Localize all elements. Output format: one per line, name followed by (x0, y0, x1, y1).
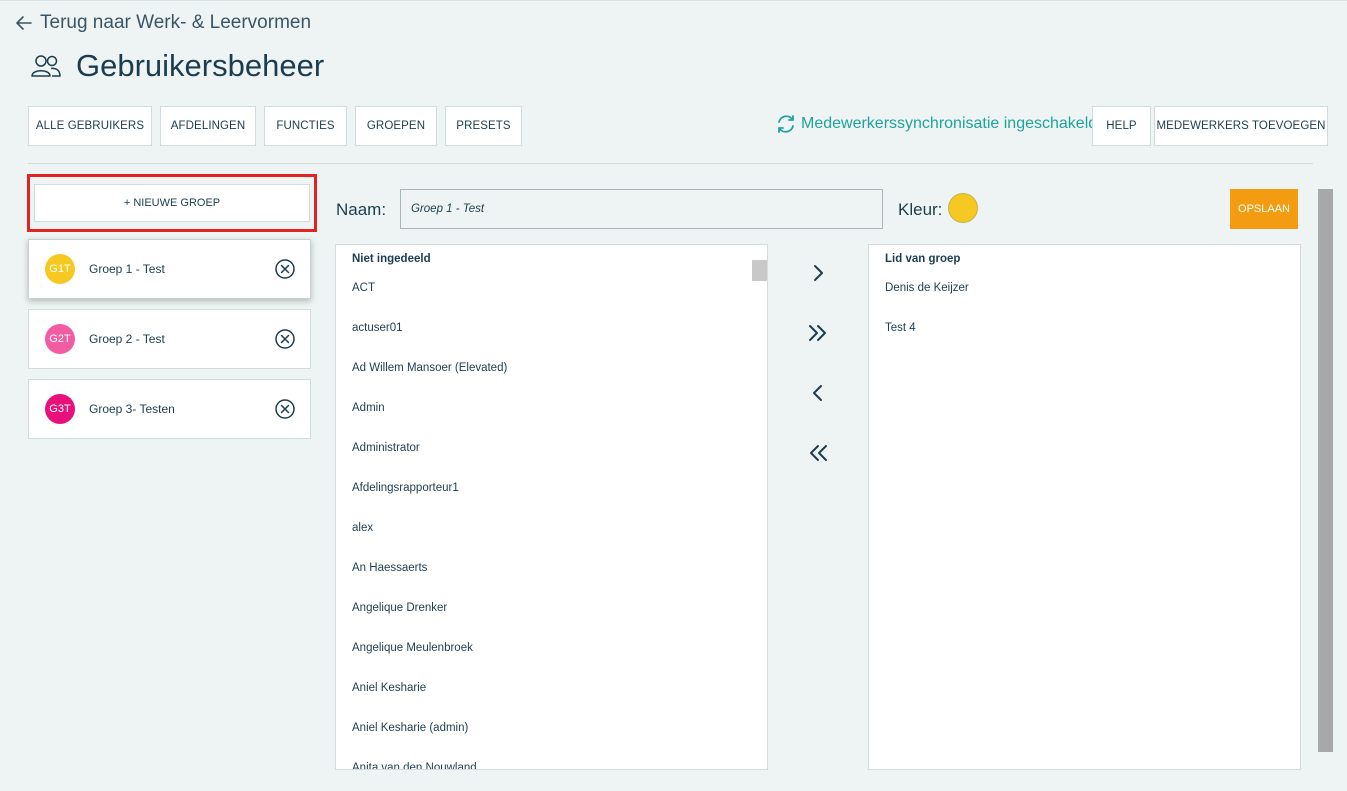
list-item[interactable]: Aniel Kesharie (admin) (352, 722, 468, 734)
group-item[interactable]: G2T Groep 2 - Test (28, 309, 311, 369)
group-item[interactable]: G3T Groep 3- Testen (28, 379, 311, 439)
double-chevron-right-icon[interactable] (806, 321, 830, 345)
list-item[interactable]: Aniel Kesharie (352, 682, 426, 694)
list-item[interactable]: ACT (352, 282, 375, 294)
list-item[interactable]: An Haessaerts (352, 562, 427, 574)
remove-circle-icon[interactable] (274, 398, 296, 420)
highlight-box: + NIEUWE GROEP (27, 174, 317, 232)
sync-icon (778, 115, 794, 133)
group-avatar: G1T (45, 254, 75, 284)
tab-functies[interactable]: FUNCTIES (264, 106, 347, 146)
group-avatar: G3T (45, 394, 75, 424)
tab-alle-gebruikers[interactable]: ALLE GEBRUIKERS (28, 106, 152, 146)
group-name-input[interactable] (400, 189, 883, 229)
remove-circle-icon[interactable] (274, 258, 296, 280)
save-button[interactable]: OPSLAAN (1230, 189, 1298, 229)
list-scrollbar[interactable] (752, 260, 767, 281)
list-item[interactable]: Angelique Meulenbroek (352, 642, 473, 654)
page-scrollbar[interactable] (1318, 189, 1333, 752)
new-group-button[interactable]: + NIEUWE GROEP (34, 184, 310, 222)
top-border (0, 0, 1347, 1)
list-item[interactable]: alex (352, 522, 373, 534)
list-item[interactable]: Denis de Keijzer (885, 282, 969, 294)
list-item[interactable]: Admin (352, 402, 385, 414)
group-name: Groep 3- Testen (89, 402, 175, 416)
list-item[interactable]: Angelique Drenker (352, 602, 447, 614)
unassigned-list[interactable]: Niet ingedeeld ACT actuser01 Ad Willem M… (335, 244, 768, 770)
add-employees-button[interactable]: MEDEWERKERS TOEVOEGEN (1154, 106, 1328, 146)
users-icon (31, 55, 61, 77)
back-link-label: Terug naar Werk- & Leervormen (40, 12, 312, 33)
group-name: Groep 1 - Test (89, 262, 165, 276)
help-button[interactable]: HELP (1092, 106, 1151, 146)
group-name: Groep 2 - Test (89, 332, 165, 346)
unassigned-header: Niet ingedeeld (352, 253, 431, 265)
list-item[interactable]: actuser01 (352, 322, 403, 334)
chevron-left-icon[interactable] (806, 381, 830, 405)
page-header: Gebruikersbeheer (30, 48, 324, 84)
arrow-left-icon (16, 16, 32, 30)
divider (28, 163, 1313, 164)
list-item[interactable]: Afdelingsrapporteur1 (352, 482, 459, 494)
sync-status: Medewerkerssynchronisatie ingeschakeld (775, 113, 1097, 135)
list-item[interactable]: Test 4 (885, 322, 916, 334)
remove-circle-icon[interactable] (274, 328, 296, 350)
tab-afdelingen[interactable]: AFDELINGEN (160, 106, 256, 146)
members-list[interactable]: Lid van groep Denis de Keijzer Test 4 (868, 244, 1301, 770)
chevron-right-icon[interactable] (806, 261, 830, 285)
double-chevron-left-icon[interactable] (806, 441, 830, 465)
sync-status-label: Medewerkerssynchronisatie ingeschakeld (801, 115, 1098, 132)
group-avatar: G2T (45, 324, 75, 354)
list-item[interactable]: Administrator (352, 442, 420, 454)
color-picker[interactable] (948, 193, 978, 223)
back-link[interactable]: Terug naar Werk- & Leervormen (14, 12, 311, 34)
group-item[interactable]: G1T Groep 1 - Test (28, 239, 311, 299)
tab-presets[interactable]: PRESETS (445, 106, 522, 146)
list-item[interactable]: Ad Willem Mansoer (Elevated) (352, 362, 507, 374)
tab-groepen[interactable]: GROEPEN (355, 106, 437, 146)
name-label: Naam: (336, 200, 387, 219)
color-label: Kleur: (898, 200, 943, 219)
list-item[interactable]: Anita van den Nouwland (352, 762, 477, 769)
page-title: Gebruikersbeheer (76, 48, 325, 83)
members-header: Lid van groep (885, 253, 961, 265)
